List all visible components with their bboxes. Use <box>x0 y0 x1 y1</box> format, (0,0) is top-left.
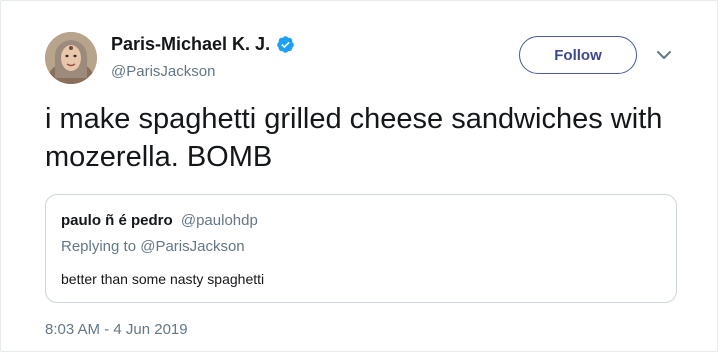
profile-photo-icon <box>45 32 97 84</box>
quoted-tweet-header: paulo ñ é pedro @paulohdp <box>61 211 258 231</box>
avatar[interactable] <box>45 32 97 84</box>
quoted-tweet[interactable]: paulo ñ é pedro @paulohdp Replying to @P… <box>45 194 677 303</box>
author-name-text: Paris-Michael K. J. <box>111 34 271 54</box>
follow-button[interactable]: Follow <box>519 36 637 74</box>
chevron-down-icon[interactable] <box>655 48 673 62</box>
tweet-card: Paris-Michael K. J. @ParisJackson Follow… <box>0 0 718 352</box>
replying-to-handle[interactable]: @ParisJackson <box>140 238 244 255</box>
replying-to-line: Replying to @ParisJackson <box>61 237 245 257</box>
quoted-author-handle: @paulohdp <box>180 212 258 229</box>
verified-badge-icon <box>277 35 294 53</box>
author-display-name[interactable]: Paris-Michael K. J. <box>111 32 295 56</box>
author-handle[interactable]: @ParisJackson <box>111 62 215 82</box>
tweet-text: i make spaghetti grilled cheese sandwich… <box>45 103 663 173</box>
tweet-timestamp[interactable]: 8:03 AM - 4 Jun 2019 <box>45 320 188 340</box>
quoted-author-name: paulo ñ é pedro <box>61 212 173 229</box>
replying-to-prefix: Replying to <box>61 238 137 255</box>
quoted-tweet-text: better than some nasty spaghetti <box>61 271 265 287</box>
